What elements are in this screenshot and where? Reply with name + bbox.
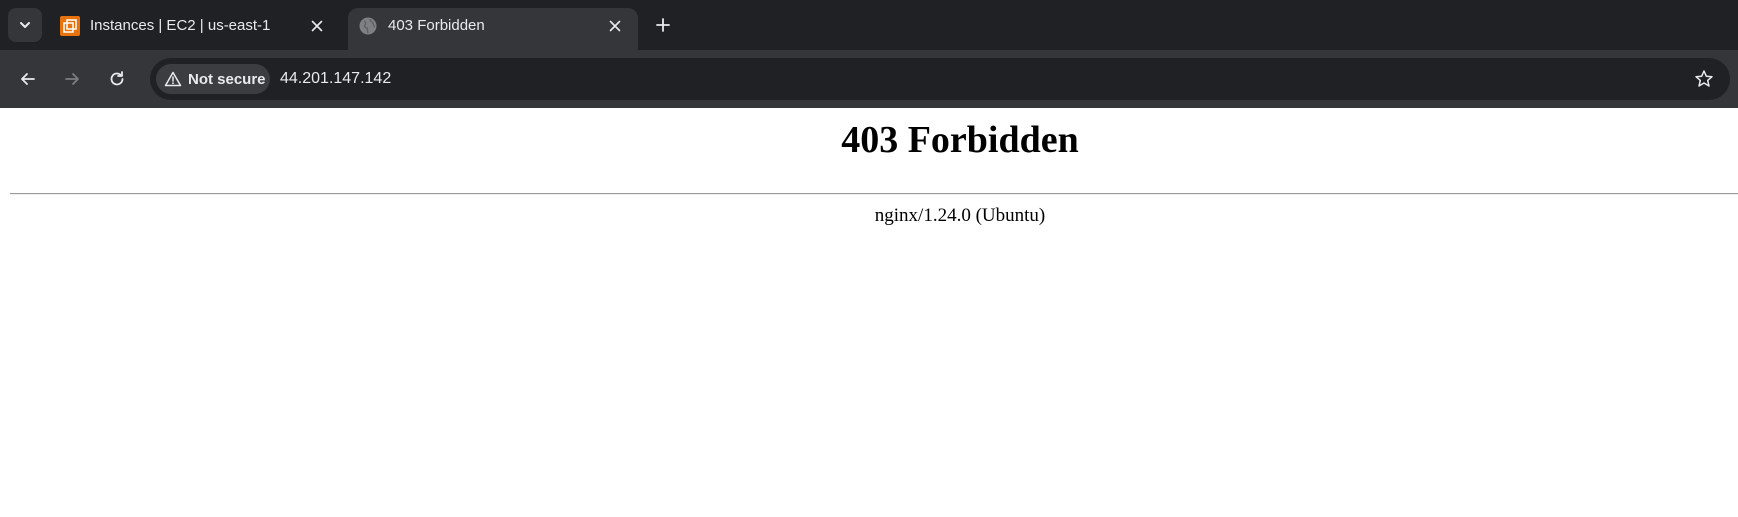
tab-title: 403 Forbidden: [388, 17, 485, 34]
aws-ec2-icon: [60, 16, 80, 36]
forward-button[interactable]: [56, 63, 88, 95]
new-tab-button[interactable]: [648, 10, 678, 40]
reload-icon: [110, 71, 124, 86]
star-icon: [1695, 70, 1713, 87]
tab-403-forbidden[interactable]: 403 Forbidden: [348, 8, 638, 50]
close-tab-button[interactable]: [306, 15, 328, 37]
address-bar[interactable]: Not secure 44.201.147.142: [150, 58, 1730, 100]
warning-icon: [164, 71, 182, 87]
reload-button[interactable]: [101, 63, 133, 95]
bookmark-button[interactable]: [1692, 67, 1716, 91]
security-label: Not secure: [188, 70, 266, 88]
tab-title: Instances | EC2 | us-east-1: [90, 17, 271, 34]
url-text[interactable]: 44.201.147.142: [280, 69, 391, 89]
server-signature: nginx/1.24.0 (Ubuntu): [874, 205, 1046, 226]
tab-search-button[interactable]: [8, 8, 42, 42]
close-icon: [311, 20, 323, 32]
tab-strip: Instances | EC2 | us-east-1 403 Forbidde…: [0, 0, 1738, 50]
horizontal-rule: [10, 193, 1738, 195]
arrow-right-icon: [65, 73, 79, 85]
security-indicator[interactable]: Not secure: [156, 64, 270, 94]
plus-icon: [656, 18, 670, 32]
globe-icon: [359, 17, 377, 35]
chevron-down-icon: [20, 22, 30, 28]
browser-toolbar: Not secure 44.201.147.142: [0, 50, 1738, 108]
page-content: 403 Forbidden nginx/1.24.0 (Ubuntu): [0, 108, 1738, 517]
arrow-left-icon: [21, 73, 35, 85]
tab-ec2-instances[interactable]: Instances | EC2 | us-east-1: [50, 8, 340, 50]
page-title: 403 Forbidden: [841, 119, 1079, 161]
back-button[interactable]: [12, 63, 44, 95]
close-icon: [609, 20, 621, 32]
close-tab-button[interactable]: [604, 15, 626, 37]
